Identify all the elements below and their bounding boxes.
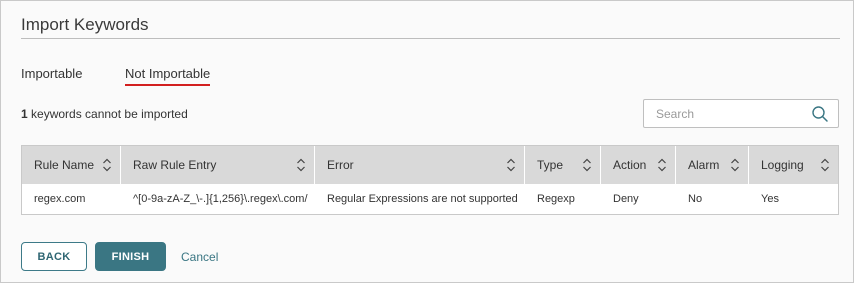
summary-text: keywords cannot be imported (27, 107, 188, 121)
import-keywords-dialog: Import Keywords Importable Not Importabl… (0, 0, 854, 283)
import-summary: 1 keywords cannot be imported (21, 107, 188, 121)
table-row[interactable]: regex.com ^[0-9a-zA-Z_\-.]{1,256}\.regex… (22, 184, 838, 214)
sort-icon (658, 158, 666, 172)
summary-count: 1 (21, 107, 28, 121)
cell-error: Regular Expressions are not supported (327, 193, 518, 205)
column-label: Error (327, 158, 354, 172)
tab-importable[interactable]: Importable (21, 66, 82, 81)
column-header-error[interactable]: Error (315, 146, 525, 184)
table-header: Rule Name Raw Rule Entry Error Type Acti… (22, 146, 838, 184)
column-label: Action (613, 158, 647, 172)
page-title: Import Keywords (21, 15, 149, 34)
column-header-type[interactable]: Type (525, 146, 601, 184)
column-label: Type (537, 158, 564, 172)
column-header-alarm[interactable]: Alarm (676, 146, 749, 184)
sort-icon (507, 158, 515, 172)
cell-raw-rule-entry: ^[0-9a-zA-Z_\-.]{1,256}\.regex\.com/ (133, 193, 308, 205)
cell-alarm: No (688, 193, 703, 205)
search-input[interactable] (644, 100, 809, 127)
cell-action: Deny (613, 193, 639, 205)
sort-icon (583, 158, 591, 172)
column-header-rule-name[interactable]: Rule Name (22, 146, 121, 184)
cell-rule-name: regex.com (34, 193, 86, 205)
cancel-link[interactable]: Cancel (181, 250, 218, 264)
back-button[interactable]: BACK (21, 242, 87, 271)
finish-button[interactable]: FINISH (95, 242, 166, 271)
search-box (643, 99, 839, 128)
keywords-table: Rule Name Raw Rule Entry Error Type Acti… (21, 145, 839, 215)
search-icon[interactable] (811, 105, 829, 123)
column-label: Raw Rule Entry (133, 158, 217, 172)
sort-icon (297, 158, 305, 172)
cell-logging: Yes (761, 193, 779, 205)
column-label: Alarm (688, 158, 720, 172)
cell-type: Regexp (537, 193, 575, 205)
active-tab-indicator (125, 84, 210, 86)
tab-not-importable[interactable]: Not Importable (125, 66, 210, 81)
column-header-action[interactable]: Action (601, 146, 676, 184)
column-header-logging[interactable]: Logging (749, 146, 838, 184)
column-label: Rule Name (34, 158, 95, 172)
sort-icon (821, 158, 829, 172)
sort-icon (731, 158, 739, 172)
column-header-raw-rule-entry[interactable]: Raw Rule Entry (121, 146, 315, 184)
sort-icon (103, 158, 111, 172)
column-label: Logging (761, 158, 804, 172)
title-divider (21, 38, 840, 39)
